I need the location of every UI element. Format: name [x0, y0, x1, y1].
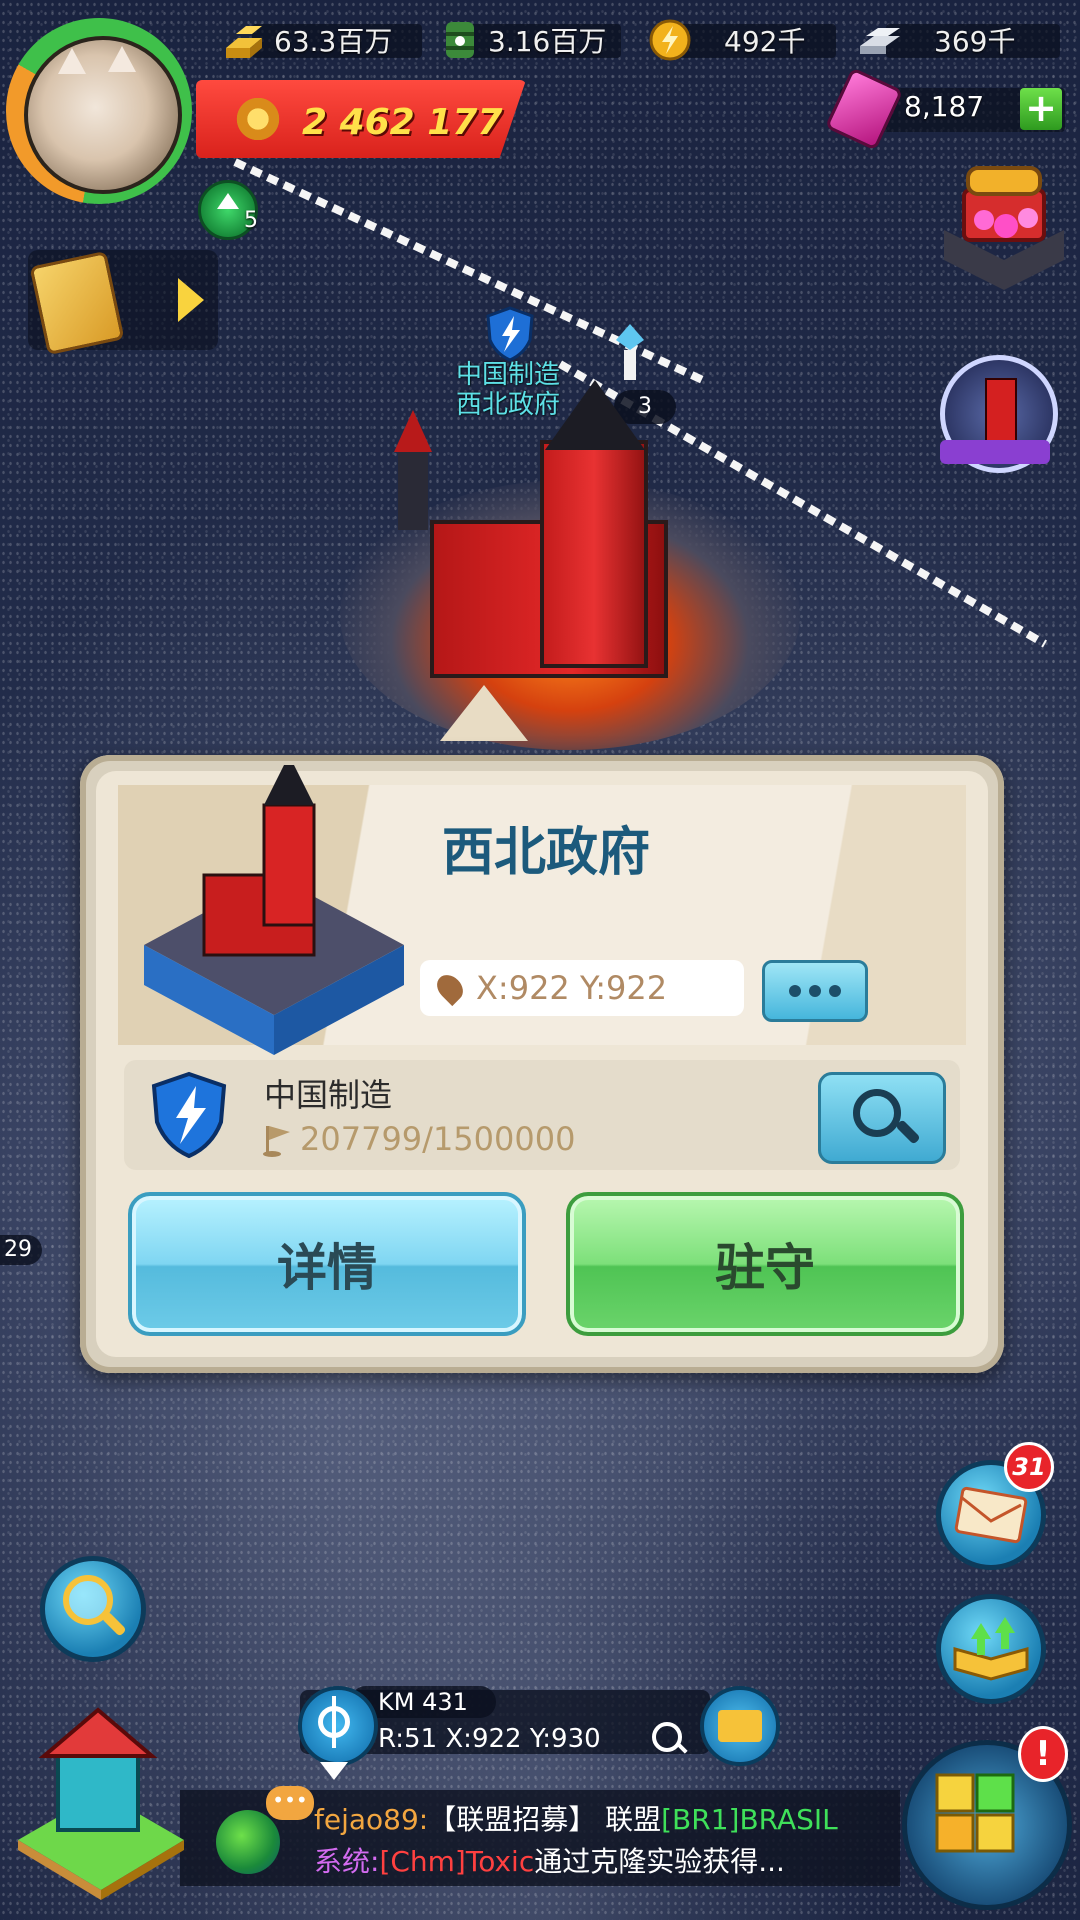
- gems-value: 8,187: [904, 90, 985, 123]
- search-icon[interactable]: [652, 1722, 682, 1752]
- gold-value: 63.3百万: [274, 25, 393, 58]
- power-wings-icon: [230, 98, 286, 140]
- coordinates-link[interactable]: X:922 Y:922: [420, 960, 744, 1016]
- city-title: 西北政府: [442, 823, 651, 883]
- energy-bolt-icon: [646, 18, 694, 62]
- chat-line-1: fejao89:【联盟招募】 联盟[BR1]BRASIL: [314, 1798, 838, 1838]
- resource-oil[interactable]: 3.16百万: [436, 18, 621, 62]
- level-value: 5: [244, 208, 258, 233]
- shield-lightning-icon: [148, 1070, 230, 1160]
- chat-line-2: 系统:[Chm]Toxic通过克隆实验获得...: [314, 1840, 785, 1880]
- position-text: R:51 X:922 Y:930: [378, 1724, 601, 1754]
- city-tower: [540, 440, 648, 668]
- resource-steel[interactable]: 369千: [856, 18, 1060, 62]
- chat-user: fejao89:: [314, 1803, 429, 1836]
- house-icon[interactable]: [8, 1700, 194, 1900]
- globe-icon[interactable]: [216, 1810, 280, 1874]
- side-unit-count[interactable]: 29: [0, 1235, 42, 1265]
- treasure-chest-icon[interactable]: [934, 160, 1074, 310]
- steel-ingot-icon: [856, 18, 904, 62]
- chat-user: [Chm]Toxic: [379, 1845, 535, 1878]
- resource-energy[interactable]: 492千: [646, 18, 836, 62]
- player-avatar[interactable]: [6, 18, 192, 204]
- collapse-arrow-icon[interactable]: [320, 1762, 348, 1780]
- quest-clipboard-icon: [29, 250, 125, 356]
- upgrade-button[interactable]: [936, 1594, 1046, 1704]
- flag-icon: [262, 1122, 292, 1158]
- energy-value: 492千: [724, 25, 806, 58]
- search-alliance-button[interactable]: [818, 1072, 946, 1164]
- chat-message: 通过克隆实验获得...: [534, 1845, 785, 1878]
- alert-badge: !: [1018, 1726, 1068, 1782]
- steel-value: 369千: [934, 25, 1016, 58]
- coordinates-text: X:922 Y:922: [476, 969, 668, 1007]
- oil-value: 3.16百万: [488, 25, 607, 58]
- chat-message: 【联盟招募】 联盟: [428, 1803, 662, 1836]
- km-text: KM 431: [378, 1688, 468, 1716]
- expand-arrow-icon: [178, 278, 204, 322]
- upgrade-book-icon: [953, 1617, 1029, 1681]
- alliance-name: 中国制造: [264, 1076, 393, 1114]
- garrison-button[interactable]: 驻守: [566, 1192, 964, 1336]
- selection-pointer: [440, 685, 528, 741]
- crosshair-icon[interactable]: [298, 1686, 378, 1766]
- shield-lightning-icon: [484, 306, 536, 362]
- mail-count-badge: 31: [1004, 1442, 1054, 1492]
- map-search-button[interactable]: [40, 1556, 146, 1662]
- more-dots-icon: [789, 985, 801, 997]
- city-spire: [394, 410, 432, 530]
- quest-button[interactable]: [28, 250, 218, 356]
- oil-barrel-icon: [436, 18, 484, 62]
- avatar-image: [24, 36, 182, 194]
- add-gems-button[interactable]: +: [1020, 88, 1062, 130]
- more-options-button[interactable]: [762, 960, 868, 1022]
- gold-bars-icon: [222, 18, 270, 62]
- search-icon: [853, 1089, 901, 1137]
- details-button[interactable]: 详情: [128, 1192, 526, 1336]
- alliance-progress: 207799/1500000: [300, 1120, 576, 1158]
- location-pin-icon: [431, 969, 469, 1007]
- resource-gold[interactable]: 63.3百万: [222, 18, 422, 62]
- city-thumbnail: [134, 755, 414, 1055]
- power-value: 2 462 177: [302, 102, 503, 143]
- folder-pin-icon[interactable]: [700, 1686, 780, 1766]
- chat-bubble-icon: •••: [266, 1786, 314, 1820]
- city-roof: [545, 380, 645, 450]
- alliance-city-ribbon: [940, 440, 1050, 464]
- chat-system-prefix: 系统:: [314, 1845, 380, 1878]
- chat-alliance-tag: [BR1]BRASIL: [661, 1803, 838, 1836]
